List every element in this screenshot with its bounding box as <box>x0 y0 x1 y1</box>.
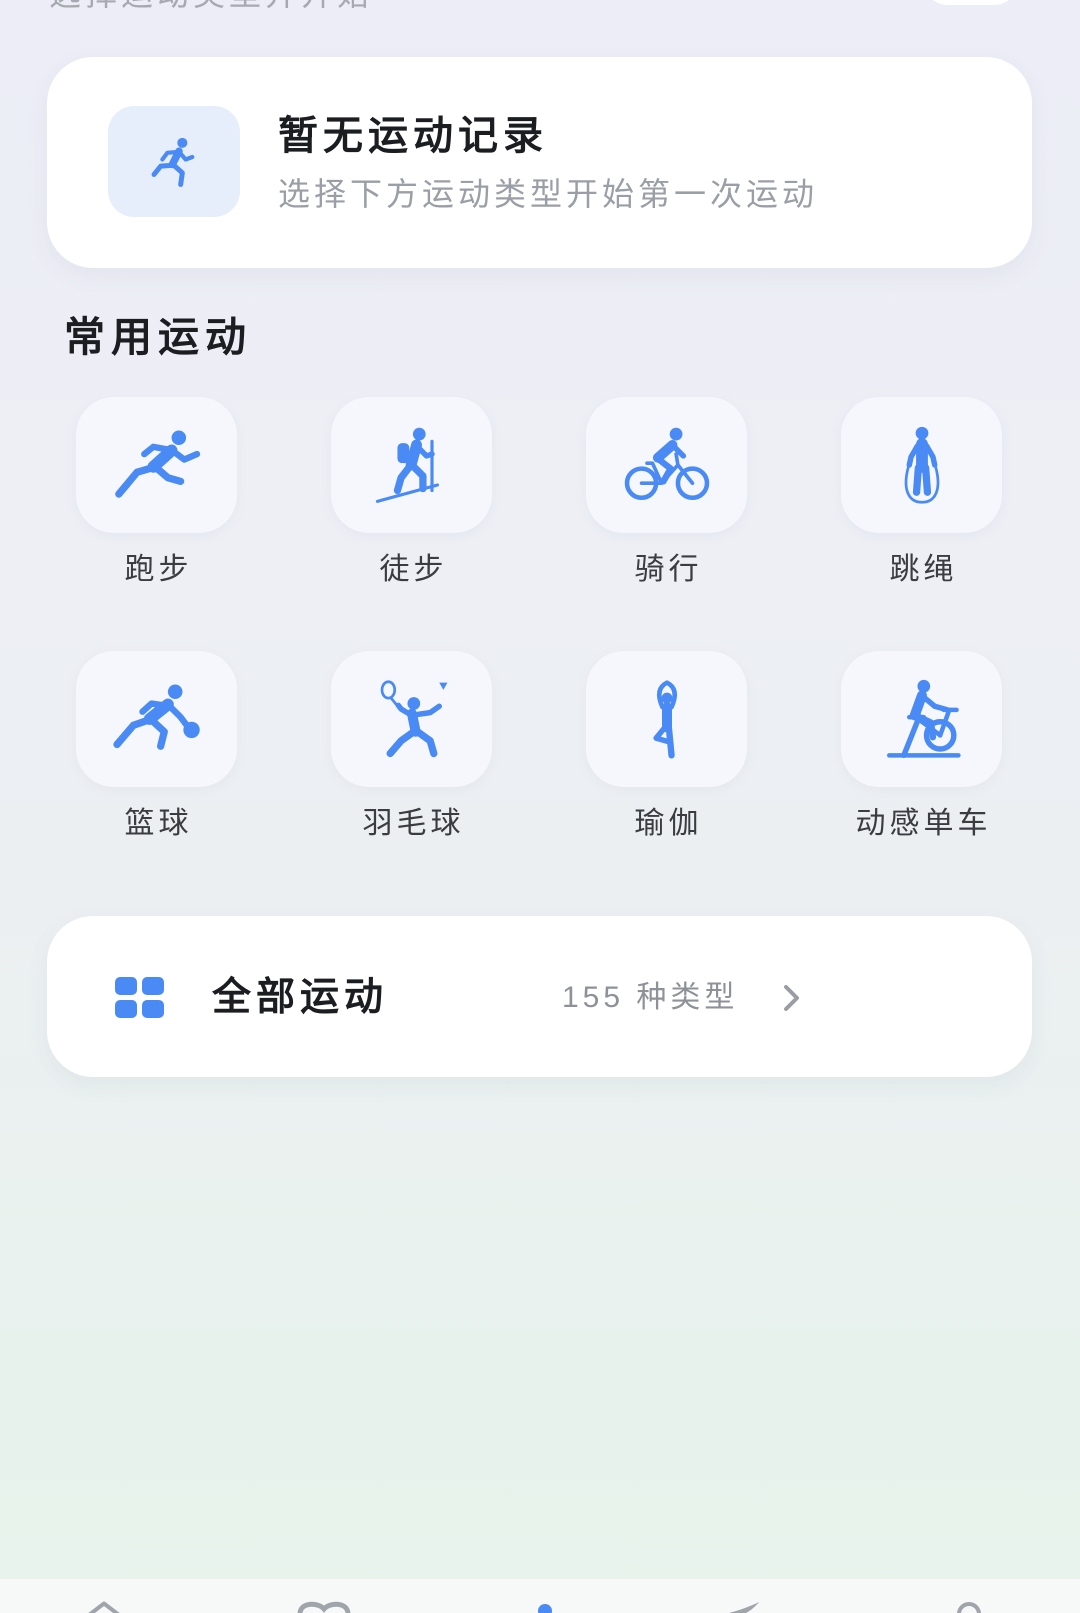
profile-icon[interactable] <box>955 1601 983 1613</box>
running-icon <box>114 430 200 498</box>
all-sports-count: 155 种类型 <box>562 981 739 1014</box>
sport-label: 动感单车 <box>855 807 992 840</box>
discover-icon[interactable] <box>727 1601 761 1613</box>
badminton-icon <box>380 680 447 758</box>
sport-tile[interactable] <box>331 397 492 533</box>
sport-label: 羽毛球 <box>362 807 465 840</box>
empty-record-card: 暂无运动记录 选择下方运动类型开始第一次运动 <box>47 57 1032 268</box>
bottom-nav <box>0 1579 1080 1613</box>
sport-item-spin-bike[interactable]: 动感单车 <box>841 651 1002 845</box>
home-icon[interactable] <box>86 1601 122 1613</box>
top-hint-clip: 选择运动类型并开始 <box>49 0 469 10</box>
sport-item-jump-rope[interactable]: 跳绳 <box>841 397 1002 591</box>
jump-rope-icon <box>904 426 939 504</box>
sport-label: 跑步 <box>124 553 193 586</box>
yoga-icon <box>652 680 677 759</box>
sport-item-badminton[interactable]: 羽毛球 <box>331 651 492 845</box>
running-icon <box>151 137 195 187</box>
spin-bike-icon <box>886 679 961 759</box>
sport-tile[interactable] <box>586 651 747 787</box>
sport-tile[interactable] <box>841 651 1002 787</box>
all-sports-card[interactable]: 全部运动 155 种类型 <box>47 916 1032 1077</box>
workout-icon[interactable] <box>536 1601 554 1613</box>
sport-label: 瑜伽 <box>634 807 703 840</box>
sport-item-running[interactable]: 跑步 <box>76 397 237 591</box>
health-icon[interactable] <box>296 1601 352 1613</box>
sport-label: 跳绳 <box>889 553 958 586</box>
record-subtitle: 选择下方运动类型开始第一次运动 <box>278 176 819 212</box>
sport-item-hiking[interactable]: 徒步 <box>331 397 492 591</box>
sport-item-basketball[interactable]: 篮球 <box>76 651 237 845</box>
sport-item-cycling[interactable]: 骑行 <box>586 397 747 591</box>
sports-page: 选择运动类型并开始 暂无运动记录 选择下方运动类型开始第一次运动 常用运动 <box>0 0 1080 1613</box>
common-sports-heading: 常用运动 <box>64 314 252 360</box>
all-sports-label: 全部运动 <box>212 976 389 1019</box>
sport-tile[interactable] <box>331 651 492 787</box>
top-hint-text: 选择运动类型并开始 <box>49 0 373 10</box>
sport-item-yoga[interactable]: 瑜伽 <box>586 651 747 845</box>
chevron-right-icon[interactable] <box>782 984 802 1012</box>
hiking-icon <box>375 427 439 503</box>
sport-label: 篮球 <box>124 807 193 840</box>
sport-label: 徒步 <box>379 553 448 586</box>
header-action-clip <box>923 0 1019 5</box>
sport-label: 骑行 <box>634 553 703 586</box>
record-icon-box <box>108 106 240 217</box>
sport-tile[interactable] <box>76 651 237 787</box>
grid-icon <box>115 977 164 1018</box>
header-action-button[interactable] <box>923 0 1019 5</box>
sport-tile[interactable] <box>76 397 237 533</box>
record-title: 暂无运动记录 <box>278 114 548 158</box>
cycling-icon <box>624 427 709 500</box>
sport-tile[interactable] <box>841 397 1002 533</box>
basketball-icon <box>112 684 200 750</box>
sport-tile[interactable] <box>586 397 747 533</box>
